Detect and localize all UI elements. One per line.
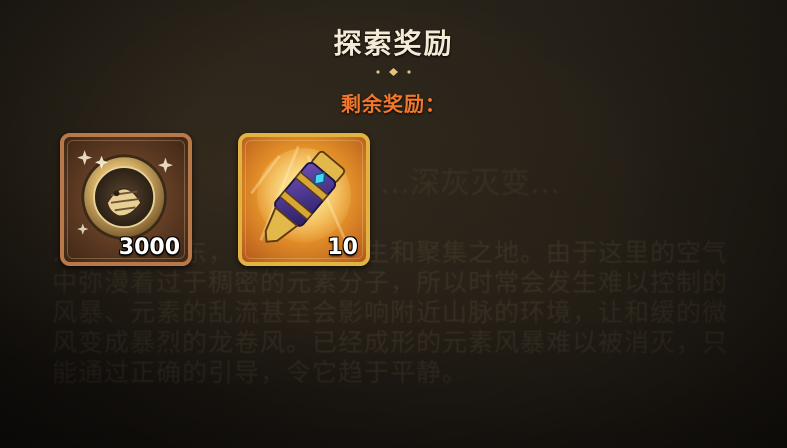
reward-item-medallion[interactable]: 3000 bbox=[60, 133, 192, 266]
reward-panel: …深灰灭变… …于……之东，…是元素诞生和聚集之地。由于这里的空气中弥漫着过于稠… bbox=[0, 0, 787, 448]
reward-list: 3000 10 bbox=[60, 133, 370, 266]
remaining-rewards-label: 剩余奖励： bbox=[341, 92, 446, 116]
reward-quantity: 3000 bbox=[118, 235, 180, 260]
reward-item-gauntlet[interactable]: 10 bbox=[238, 133, 370, 266]
reward-quantity: 10 bbox=[327, 235, 358, 260]
panel-title: 探索奖励 bbox=[333, 27, 454, 60]
title-divider bbox=[150, 68, 637, 76]
background-heading: …深灰灭变… bbox=[380, 166, 560, 201]
